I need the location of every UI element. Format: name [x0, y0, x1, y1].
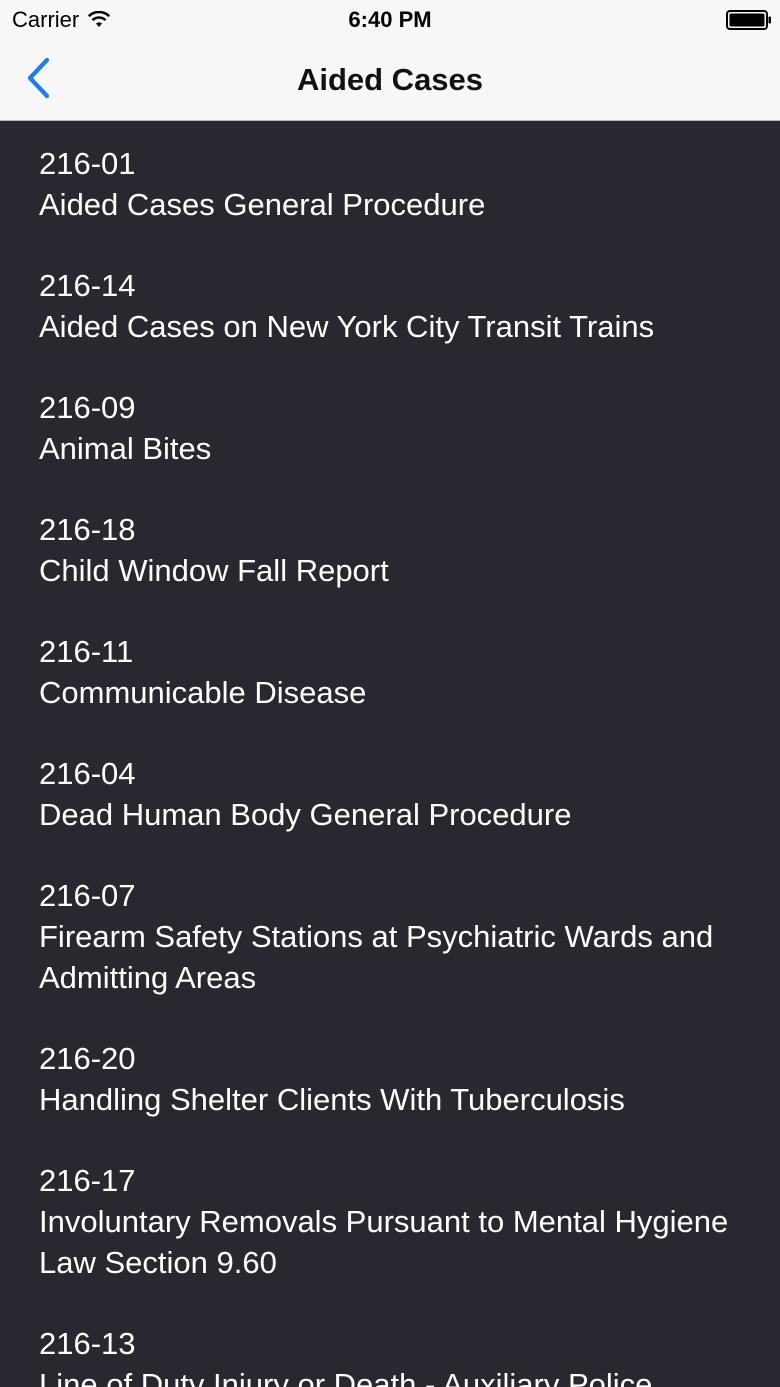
nav-bar: Aided Cases	[0, 40, 780, 120]
list-item[interactable]: 216-11 Communicable Disease	[0, 591, 780, 713]
procedure-code: 216-04	[39, 756, 136, 791]
status-bar: Carrier 6:40 PM	[0, 0, 780, 40]
procedure-title: Aided Cases on New York City Transit Tra…	[39, 309, 655, 344]
procedure-code: 216-01	[39, 146, 136, 181]
list-item[interactable]: 216-01 Aided Cases General Procedure	[0, 121, 780, 225]
procedure-code: 216-14	[39, 268, 136, 303]
procedure-title: Involuntary Removals Pursuant to Mental …	[39, 1204, 729, 1280]
procedure-code: 216-18	[39, 512, 136, 547]
list-item[interactable]: 216-20 Handling Shelter Clients With Tub…	[0, 998, 780, 1120]
procedure-title: Aided Cases General Procedure	[39, 187, 486, 222]
procedure-title: Dead Human Body General Procedure	[39, 797, 572, 832]
list-item[interactable]: 216-18 Child Window Fall Report	[0, 469, 780, 591]
procedure-title: Handling Shelter Clients With Tuberculos…	[39, 1082, 625, 1117]
battery-full-icon	[726, 10, 772, 30]
procedure-title: Line of Duty Injury or Death - Auxiliary…	[39, 1367, 653, 1387]
list-item[interactable]: 216-09 Animal Bites	[0, 347, 780, 469]
procedure-code: 216-13	[39, 1326, 136, 1361]
list-item[interactable]: 216-04 Dead Human Body General Procedure	[0, 713, 780, 835]
status-time: 6:40 PM	[348, 7, 432, 32]
procedure-code: 216-20	[39, 1041, 136, 1076]
list-item[interactable]: 216-17 Involuntary Removals Pursuant to …	[0, 1120, 780, 1283]
procedure-title: Communicable Disease	[39, 675, 367, 710]
navigation-header: Carrier 6:40 PM Aided Cases	[0, 0, 780, 121]
procedure-code: 216-11	[39, 634, 134, 669]
procedure-title: Firearm Safety Stations at Psychiatric W…	[39, 919, 714, 995]
list-item[interactable]: 216-14 Aided Cases on New York City Tran…	[0, 225, 780, 347]
procedure-title: Child Window Fall Report	[39, 553, 389, 588]
list-item[interactable]: 216-13 Line of Duty Injury or Death - Au…	[0, 1283, 780, 1387]
procedure-title: Animal Bites	[39, 431, 212, 466]
procedure-code: 216-07	[39, 878, 136, 913]
procedure-list[interactable]: 216-01 Aided Cases General Procedure 216…	[0, 121, 780, 1387]
procedure-code: 216-09	[39, 390, 136, 425]
procedure-code: 216-17	[39, 1163, 136, 1198]
page-title: Aided Cases	[296, 62, 484, 97]
list-item[interactable]: 216-07 Firearm Safety Stations at Psychi…	[0, 835, 780, 998]
